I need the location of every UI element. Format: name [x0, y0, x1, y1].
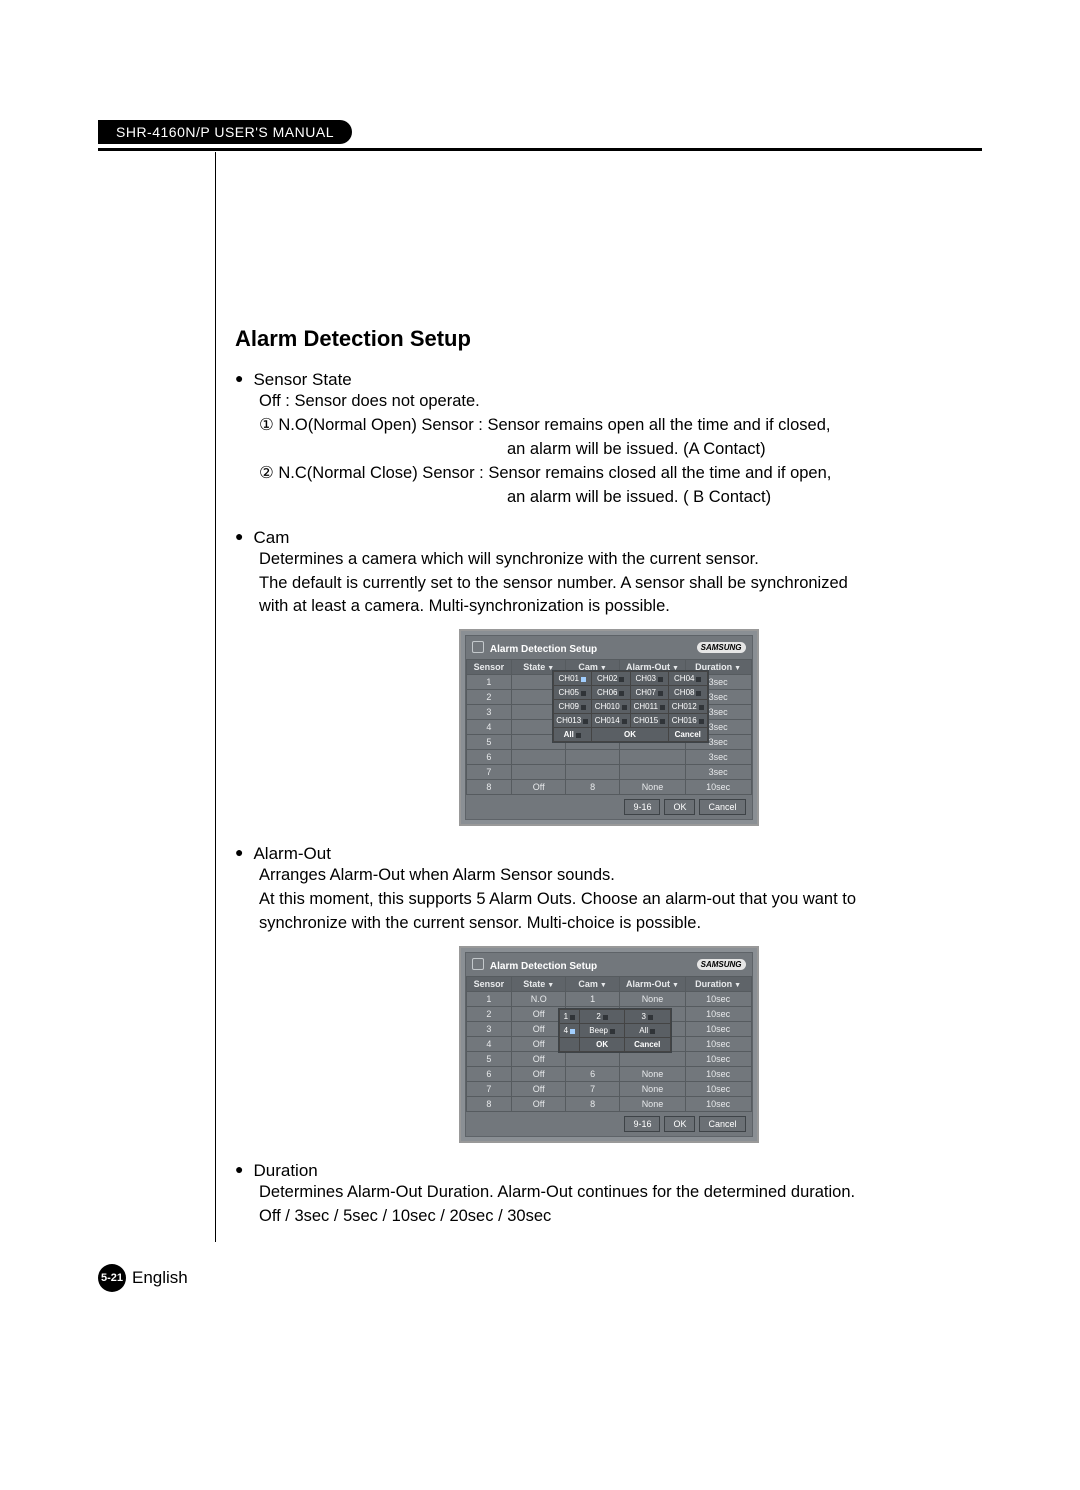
dvr-screenshot-alarmout: Alarm Detection Setup SAMSUNG Sensor Sta… [459, 946, 759, 1143]
col-sensor: Sensor [466, 660, 512, 675]
cam-line3: with at least a camera. Multi-synchroniz… [259, 595, 982, 619]
table-row: 7Off7None10sec [466, 1082, 751, 1097]
cam-line2: The default is currently set to the sens… [259, 572, 982, 596]
bullet-icon: ● [235, 844, 243, 860]
table-row: 63sec [466, 750, 751, 765]
ok-button: OK [664, 799, 695, 815]
bullet-icon: ● [235, 1161, 243, 1177]
col-state: State [523, 662, 545, 672]
alarm-out-line2: At this moment, this supports 5 Alarm Ou… [259, 888, 982, 912]
sensor-state-heading: Sensor State [253, 370, 351, 390]
alarm-out-heading: Alarm-Out [253, 844, 330, 864]
popup-cancel: Cancel [669, 728, 708, 742]
dvr-logo: SAMSUNG [697, 642, 746, 653]
dvr-title-text: Alarm Detection Setup [490, 644, 597, 655]
vertical-rule [215, 152, 216, 1242]
alarm-out-select-popup: 1 2 3 4 Beep All OK [558, 1008, 672, 1053]
table-row: 6Off6None10sec [466, 1067, 751, 1082]
col-dur: Duration [695, 979, 732, 989]
dvr-screenshot-cam: Alarm Detection Setup SAMSUNG Sensor Sta… [459, 629, 759, 826]
page-number-badge: 5-21 [98, 1264, 126, 1292]
dvr-title-text: Alarm Detection Setup [490, 961, 597, 972]
section-title: Alarm Detection Setup [235, 326, 982, 352]
bullet-icon: ● [235, 370, 243, 386]
table-row: 8Off8None10sec [466, 780, 751, 795]
col-sensor: Sensor [466, 977, 512, 992]
page-range-button: 9-16 [624, 1116, 660, 1132]
col-state: State [523, 979, 545, 989]
dvr-logo: SAMSUNG [697, 959, 746, 970]
cancel-button: Cancel [699, 1116, 745, 1132]
dvr-title-icon [472, 641, 484, 653]
sensor-no-line2: an alarm will be issued. (A Contact) [507, 438, 982, 462]
bullet-icon: ● [235, 528, 243, 544]
manual-title: SHR-4160N/P USER'S MANUAL [98, 120, 352, 144]
table-row: 5Off10sec [466, 1052, 751, 1067]
sensor-no-line1: ① N.O(Normal Open) Sensor : Sensor remai… [259, 414, 982, 438]
alarm-out-line3: synchronize with the current sensor. Mul… [259, 912, 982, 936]
cancel-button: Cancel [699, 799, 745, 815]
table-row: 73sec [466, 765, 751, 780]
page-language-label: English [132, 1268, 188, 1288]
ok-button: OK [664, 1116, 695, 1132]
table-row: 1N.O1None10sec [466, 992, 751, 1007]
col-out: Alarm-Out [626, 979, 670, 989]
cam-line1: Determines a camera which will synchroni… [259, 548, 982, 572]
col-cam: Cam [578, 979, 598, 989]
cam-heading: Cam [253, 528, 289, 548]
popup-ok: OK [580, 1038, 625, 1052]
page-range-button: 9-16 [624, 799, 660, 815]
sensor-nc-line2: an alarm will be issued. ( B Contact) [507, 486, 982, 510]
cam-select-popup: CH01 CH02 CH03 CH04 CH05 CH06 CH07 CH08 [552, 670, 709, 743]
sensor-off-line: Off : Sensor does not operate. [259, 390, 982, 414]
sensor-nc-line1: ② N.C(Normal Close) Sensor : Sensor rema… [259, 462, 982, 486]
dvr-title-icon [472, 958, 484, 970]
duration-line1: Determines Alarm-Out Duration. Alarm-Out… [259, 1181, 982, 1205]
duration-heading: Duration [253, 1161, 317, 1181]
alarm-out-line1: Arranges Alarm-Out when Alarm Sensor sou… [259, 864, 982, 888]
duration-line2: Off / 3sec / 5sec / 10sec / 20sec / 30se… [259, 1205, 982, 1229]
popup-cancel: Cancel [624, 1038, 670, 1052]
table-row: 8Off8None10sec [466, 1097, 751, 1112]
popup-ok: OK [592, 728, 669, 742]
popup-all: All [564, 730, 574, 739]
